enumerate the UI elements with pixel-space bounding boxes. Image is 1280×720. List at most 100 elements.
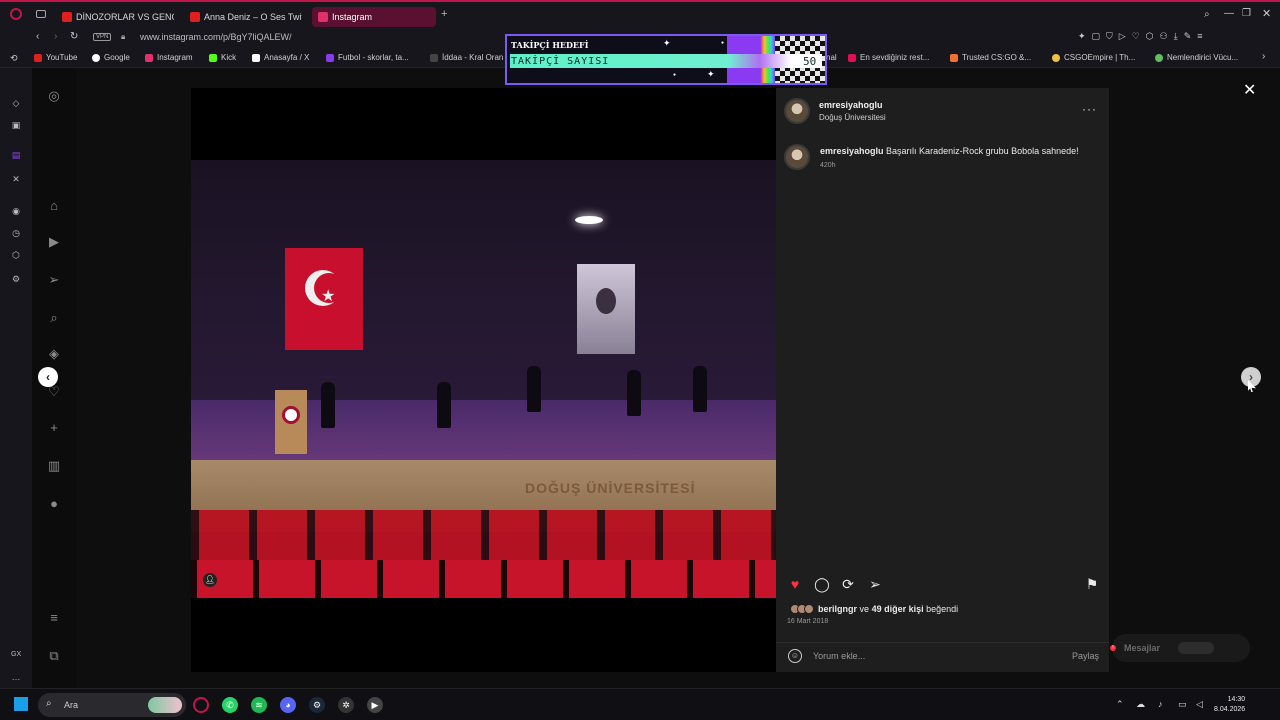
chatgpt-icon[interactable]: ✲ — [338, 697, 354, 713]
youtube-icon — [190, 12, 200, 22]
bookmark-youtube[interactable]: YouTube — [34, 53, 77, 62]
whatsapp-icon[interactable]: ✆ — [222, 697, 238, 713]
close-window-button[interactable]: ✕ — [1262, 7, 1271, 20]
shop-icon — [1155, 53, 1163, 62]
comment-icon[interactable]: ◯ — [814, 576, 830, 592]
liked-by-user[interactable]: berilgngr — [818, 604, 857, 614]
bookmark-csgoempire[interactable]: CSGOEmpire | Th... — [1052, 53, 1135, 62]
explore-icon[interactable]: ◈ — [46, 346, 62, 362]
tab-instagram[interactable]: Instagram — [312, 7, 436, 27]
toolbar-icons[interactable]: ✦▢⛉▷♡⬡⚇⤓✎≡ — [1078, 31, 1208, 42]
tab-anna-deniz[interactable]: Anna Deniz – O Ses Twitc — [184, 7, 302, 27]
network-icon[interactable]: ▭ — [1178, 699, 1187, 710]
bookmark-label: Instagram — [157, 53, 193, 62]
bookmark-label: CSGOEmpire | Th... — [1064, 53, 1136, 62]
search-tabs-icon[interactable]: ⌕ — [1204, 9, 1210, 20]
forward-icon[interactable]: › — [54, 31, 57, 42]
lock-icon[interactable]: 🔒︎ — [121, 32, 125, 42]
media-player-icon[interactable]: ▶ — [367, 697, 383, 713]
bookmarks-overflow-icon[interactable]: › — [1262, 51, 1265, 62]
post-comment-button[interactable]: Paylaş — [1072, 651, 1099, 661]
spotlight — [575, 216, 603, 224]
bookmark-instagram[interactable]: Instagram — [145, 53, 193, 62]
share-icon[interactable]: ➢ — [867, 576, 883, 592]
user-tag-icon[interactable]: 👤︎ — [203, 573, 217, 587]
more-options-icon[interactable]: ··· — [1082, 102, 1097, 116]
taskbar-clock[interactable]: 14:30 8.04.2026 — [1214, 695, 1245, 715]
messages-dock[interactable]: ! Mesajlar — [1110, 634, 1250, 662]
steam-icon[interactable]: ⚙ — [309, 697, 325, 713]
aria-icon[interactable]: ◇ — [11, 98, 21, 108]
avatar[interactable] — [784, 98, 810, 124]
tray-overflow-icon[interactable]: ⌃ — [1116, 699, 1124, 710]
bookmark-google[interactable]: Google — [92, 53, 130, 62]
comment-input[interactable] — [813, 651, 1053, 661]
maximize-button[interactable]: ❐ — [1242, 8, 1251, 19]
profile-icon[interactable]: ● — [46, 496, 62, 512]
post-location[interactable]: Doğuş Üniversitesi — [819, 113, 886, 122]
repost-icon[interactable]: ⟳ — [840, 576, 856, 592]
discord-icon[interactable]: ◕ — [280, 697, 296, 713]
close-modal-icon[interactable]: ✕ — [1243, 80, 1256, 100]
likes-count[interactable]: 49 diğer kişi — [872, 604, 924, 614]
create-icon[interactable]: + — [46, 420, 62, 436]
search-icon[interactable]: ⌕ — [46, 310, 62, 326]
likes-summary[interactable]: berilgngr ve 49 diğer kişi beğendi — [790, 604, 958, 614]
bookmark-label: YouTube — [46, 53, 78, 62]
bookmark-iddaa[interactable]: İddaa - Kral Oran — [430, 53, 503, 62]
refresh-speed-dial-icon[interactable]: ⟲ — [10, 53, 18, 64]
back-icon[interactable]: ‹ — [36, 31, 39, 42]
bookmark-x[interactable]: Anasayfa / X — [252, 53, 309, 62]
post-photo[interactable]: ★ DOĞUŞ ÜNİVERSİTESİ 👤︎ — [191, 88, 776, 672]
extensions-icon[interactable]: ⬡ — [11, 250, 21, 260]
reload-icon[interactable]: ↻ — [70, 31, 78, 42]
previous-post-button[interactable]: ‹ — [38, 367, 58, 387]
gx-label[interactable]: GX — [11, 650, 21, 660]
x-icon[interactable]: ✕ — [11, 174, 21, 184]
messages-icon[interactable]: ➢ — [46, 272, 62, 288]
bookmark-nemlendirici[interactable]: Nemlendirici Vücu... — [1155, 53, 1238, 62]
follower-goal-widget: TAKİPÇİ HEDEFİ ✦ ● TAKİPÇİ SAYISI 50 ● ✦ — [505, 34, 827, 85]
dashboard-icon[interactable]: ▥ — [46, 458, 62, 474]
bookmark-futbol[interactable]: Futbol - skorlar, ta... — [326, 53, 409, 62]
more-icon[interactable]: … — [11, 672, 21, 682]
onedrive-icon[interactable]: ☁ — [1136, 699, 1145, 710]
volume-icon[interactable]: ◁ — [1196, 699, 1203, 710]
musician — [627, 370, 641, 416]
settings-icon[interactable]: ⚙ — [11, 274, 21, 284]
twitch-icon[interactable]: ▤ — [11, 150, 21, 160]
tab-dinozorlar[interactable]: DİNOZORLAR VS GENÇLE — [56, 7, 174, 27]
opera-gx-taskbar-icon[interactable] — [193, 697, 209, 713]
like-heart-icon[interactable]: ♥ — [787, 576, 803, 592]
gx-corner-icon[interactable]: ▣ — [11, 120, 21, 130]
save-bookmark-icon[interactable]: ⚑ — [1084, 576, 1100, 592]
taskbar-search[interactable]: ⌕ Ara — [38, 693, 186, 717]
url-field[interactable]: www.instagram.com/p/BgY7liQALEW/ — [140, 32, 292, 42]
reels-icon[interactable]: ▶ — [46, 234, 62, 250]
emoji-icon[interactable]: ☺ — [788, 649, 802, 663]
menu-icon[interactable]: ≡ — [46, 610, 62, 626]
bookmark-yemeksepeti[interactable]: En sevdiğiniz rest... — [848, 53, 929, 62]
bookmark-cut[interactable]: nal — [826, 53, 837, 62]
spotify-icon[interactable]: ≋ — [251, 697, 267, 713]
post-username[interactable]: emresiyahoglu — [819, 100, 883, 110]
history-icon[interactable]: ◷ — [11, 228, 21, 238]
spotify-icon[interactable]: ◉ — [11, 206, 21, 216]
caption-username[interactable]: emresiyahoglu — [820, 146, 884, 156]
more-apps-icon[interactable]: ⧉ — [46, 648, 62, 664]
tab-list-icon[interactable] — [36, 10, 46, 18]
search-highlight-image — [148, 697, 182, 713]
caption-age: 420h — [820, 162, 836, 169]
bookmark-kick[interactable]: Kick — [209, 53, 236, 62]
opera-logo-icon[interactable] — [10, 8, 22, 20]
new-tab-button[interactable]: + — [441, 8, 447, 20]
musician — [437, 382, 451, 428]
vpn-badge[interactable]: VPN — [93, 33, 112, 41]
minimize-button[interactable]: — — [1224, 8, 1234, 19]
home-icon[interactable]: ⌂ — [46, 198, 62, 214]
microphone-icon[interactable]: ♪ — [1158, 699, 1163, 709]
bookmark-csgo-trusted[interactable]: Trusted CS:GO &... — [950, 53, 1031, 62]
windows-start-icon[interactable] — [14, 697, 28, 711]
caption-avatar[interactable] — [784, 144, 810, 170]
instagram-logo-icon[interactable]: ◎ — [46, 88, 62, 104]
